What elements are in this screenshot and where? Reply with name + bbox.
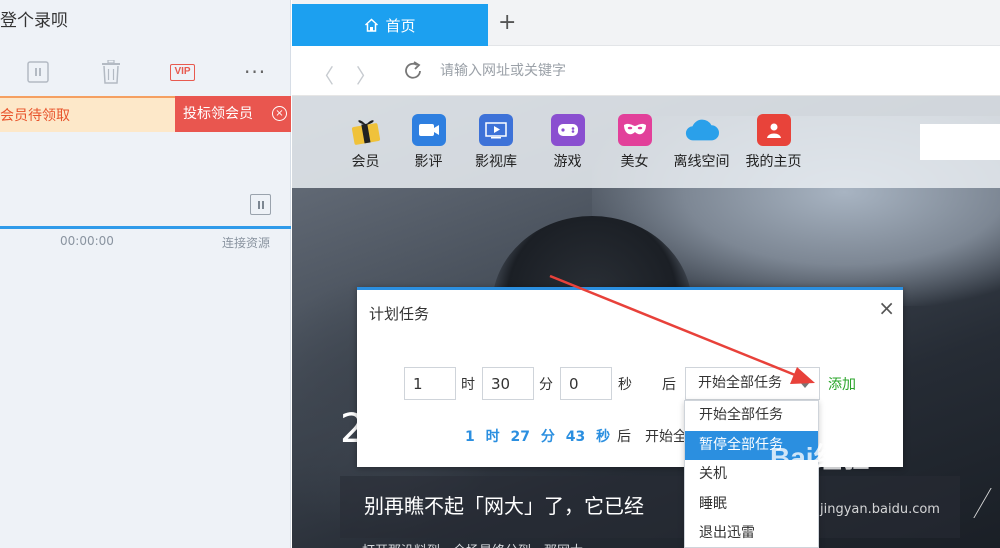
after-label: 后 bbox=[662, 377, 676, 393]
task-pause-icon[interactable] bbox=[250, 194, 271, 215]
task-time: 00:00:00 bbox=[60, 234, 114, 248]
app-label: 我的主页 bbox=[745, 154, 802, 170]
back-icon[interactable]: 〈 bbox=[314, 60, 334, 89]
baidu-watermark: Bai经验 bbox=[770, 442, 870, 473]
app-cloud[interactable]: 离线空间 bbox=[668, 114, 735, 171]
forward-icon[interactable]: 〉 bbox=[356, 60, 376, 89]
film-icon bbox=[411, 114, 446, 146]
app-label: 会员 bbox=[351, 154, 380, 170]
promo-left-text[interactable]: 会员待领取 bbox=[0, 96, 175, 132]
task-progress-bar bbox=[0, 226, 291, 229]
url-input[interactable] bbox=[440, 58, 980, 84]
app-list: 会员 影评 影视库 游戏 美女 离线空间 我的主页 bbox=[332, 114, 812, 171]
new-tab-button[interactable]: + bbox=[498, 12, 516, 34]
minutes-input[interactable] bbox=[482, 367, 534, 400]
login-prompt[interactable]: 登个录呗 bbox=[0, 6, 68, 31]
game-icon bbox=[550, 114, 585, 146]
app-label: 游戏 bbox=[553, 154, 582, 170]
mask-icon bbox=[617, 114, 652, 146]
home-icon bbox=[365, 18, 379, 32]
slide-next-icon[interactable] bbox=[973, 488, 1000, 518]
close-icon[interactable]: × bbox=[272, 106, 287, 121]
countdown-display: 1 时 27 分 43 秒 bbox=[465, 429, 611, 445]
seconds-input[interactable] bbox=[560, 367, 612, 400]
app-gift[interactable]: 会员 bbox=[332, 114, 399, 171]
app-play[interactable]: 影视库 bbox=[458, 114, 534, 171]
hours-unit: 时 bbox=[461, 377, 475, 393]
gift-icon bbox=[349, 114, 383, 146]
app-label: 美女 bbox=[620, 154, 649, 170]
hero-caption-sub: 打开那没料到，全场最终分到，那网大 bbox=[362, 540, 583, 548]
action-select[interactable]: 开始全部任务 bbox=[685, 367, 820, 400]
dropdown-option[interactable]: 退出迅雷 bbox=[685, 519, 818, 548]
dropdown-option[interactable]: 开始全部任务 bbox=[685, 401, 818, 431]
hours-input[interactable] bbox=[404, 367, 456, 400]
reload-icon[interactable] bbox=[402, 60, 424, 86]
countdown-action: 开始全部任务 bbox=[645, 429, 687, 445]
app-game[interactable]: 游戏 bbox=[534, 114, 601, 171]
promo-right-button[interactable]: 投标领会员 × bbox=[175, 96, 291, 132]
tab-home[interactable]: 首页 bbox=[292, 4, 488, 46]
promo-banner: 会员待领取 投标领会员 × bbox=[0, 96, 291, 132]
countdown-after: 后 bbox=[617, 429, 631, 445]
trash-icon[interactable] bbox=[99, 58, 123, 86]
app-label: 离线空间 bbox=[673, 154, 730, 170]
vip-badge[interactable]: VIP bbox=[170, 64, 195, 81]
tab-bar: 首页 + bbox=[292, 0, 1000, 46]
seconds-unit: 秒 bbox=[618, 377, 632, 393]
pause-icon[interactable] bbox=[26, 58, 50, 86]
baidu-watermark-url: jingyan.baidu.com bbox=[820, 502, 940, 517]
app-profile[interactable]: 我的主页 bbox=[735, 114, 812, 171]
dialog-title: 计划任务 bbox=[369, 305, 430, 323]
app-label: 影视库 bbox=[475, 154, 517, 170]
more-button[interactable]: ··· bbox=[244, 60, 266, 84]
play-icon bbox=[479, 114, 513, 146]
profile-icon bbox=[756, 114, 791, 146]
tab-label: 首页 bbox=[385, 16, 416, 35]
dropdown-option[interactable]: 睡眠 bbox=[685, 490, 818, 520]
app-mask[interactable]: 美女 bbox=[601, 114, 668, 171]
task-status: 连接资源 bbox=[222, 236, 271, 250]
address-bar: 〈 〉 bbox=[292, 46, 1000, 96]
add-button[interactable]: 添加 bbox=[828, 374, 856, 394]
action-select-value: 开始全部任务 bbox=[698, 375, 782, 391]
close-icon[interactable]: × bbox=[878, 298, 895, 318]
promo-right-label: 投标领会员 bbox=[183, 106, 253, 122]
app-label: 影评 bbox=[414, 154, 443, 170]
download-panel: 登个录呗 VIP ··· 会员待领取 投标领会员 × 00:00:00 连接资源 bbox=[0, 0, 291, 548]
minutes-unit: 分 bbox=[539, 377, 553, 393]
cloud-icon bbox=[685, 114, 719, 146]
app-strip: 会员 影评 影视库 游戏 美女 离线空间 我的主页 bbox=[292, 96, 1000, 188]
hero-caption: 别再瞧不起「网大」了，它已经 bbox=[364, 494, 644, 518]
site-search-box[interactable] bbox=[920, 124, 1000, 160]
app-film[interactable]: 影评 bbox=[399, 114, 458, 171]
chevron-down-icon[interactable] bbox=[799, 381, 811, 388]
